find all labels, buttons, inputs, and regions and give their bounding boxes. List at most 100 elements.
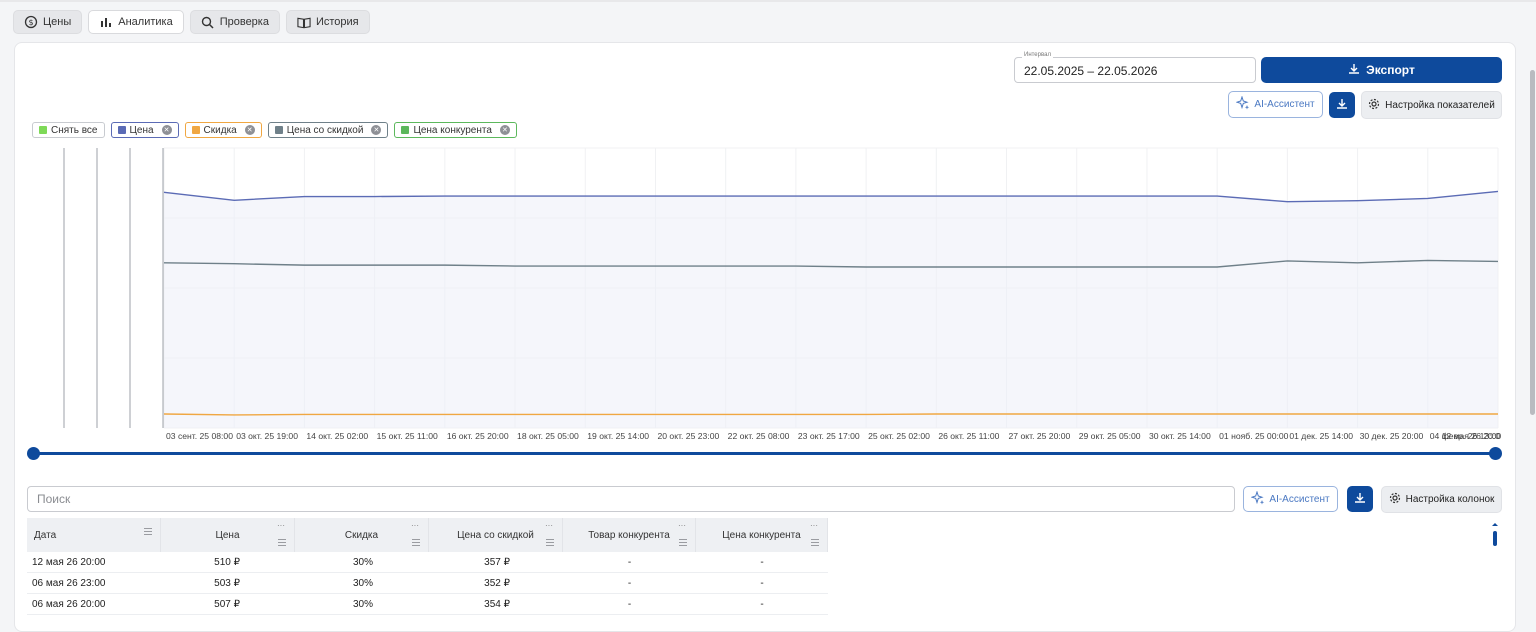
bar-chart-icon: [99, 15, 113, 29]
x-tick-label: 22 окт. 25 08:00: [728, 431, 790, 441]
legend-item-discount[interactable]: Скидка ✕: [184, 122, 262, 138]
range-slider-track[interactable]: [33, 452, 1496, 455]
legend-color-swatch: [401, 126, 410, 134]
x-tick-label: 12 мая 26 20:0: [1442, 431, 1501, 441]
column-header-label: Товар конкурента: [588, 529, 670, 541]
legend-item-competitor-price[interactable]: Цена конкурента ✕: [394, 122, 517, 138]
remove-series-icon[interactable]: ✕: [244, 125, 255, 135]
tab-analytics-label: Аналитика: [118, 16, 173, 28]
tab-analytics[interactable]: Аналитика: [88, 10, 184, 34]
ai-assistant-button[interactable]: AI-Ассистент: [1228, 91, 1323, 118]
page-scrollbar[interactable]: [1530, 70, 1535, 415]
column-header-label: Цена конкурента: [722, 529, 801, 541]
legend-item-price[interactable]: Цена ✕: [110, 122, 179, 138]
table-row[interactable]: 12 мая 26 20:00 510 ₽ 30% 357 ₽ - -: [27, 552, 828, 573]
range-slider-start-handle[interactable]: [27, 447, 40, 460]
search-field[interactable]: [27, 486, 1235, 512]
more-icon[interactable]: ···: [678, 521, 686, 530]
column-settings-label: Настройка колонок: [1405, 494, 1495, 505]
tab-check[interactable]: Проверка: [189, 10, 280, 34]
download-table-button[interactable]: [1347, 486, 1373, 512]
remove-series-icon[interactable]: ✕: [371, 125, 382, 135]
cell-price: 510 ₽: [214, 556, 240, 568]
legend-label: Цена: [129, 124, 154, 136]
cell-date: 12 мая 26 20:00: [32, 556, 106, 568]
price-chart: 03 сент. 25 08:00 03 окт. 25 19:00 14 окт.…: [63, 147, 1501, 441]
cell-discounted-price: 352 ₽: [484, 577, 510, 589]
column-header-discounted-price[interactable]: Цена со скидкой ···: [429, 518, 563, 552]
cell-competitor-item: -: [627, 577, 632, 589]
x-tick-label: 03 окт. 25 19:00: [236, 431, 298, 441]
column-menu-icon[interactable]: [811, 539, 819, 546]
price-series-area: [164, 191, 1498, 428]
x-tick-label: 25 окт. 25 02:00: [868, 431, 930, 441]
legend-clear-all[interactable]: Снять все: [32, 122, 105, 138]
table-header: Дата Цена ··· Скидка ··· Цена со скидкой…: [27, 518, 828, 552]
search-icon: [201, 15, 215, 29]
cell-discount: 30%: [352, 577, 373, 589]
x-tick-label: 27 окт. 25 20:00: [1009, 431, 1071, 441]
cell-competitor-item: -: [627, 556, 632, 568]
column-header-discount[interactable]: Скидка ···: [295, 518, 429, 552]
table-ai-assistant-button[interactable]: AI-Ассистент: [1243, 486, 1338, 512]
column-menu-icon[interactable]: [679, 539, 687, 546]
x-tick-label: 23 окт. 25 17:00: [798, 431, 860, 441]
price-refresh-icon: $: [24, 15, 38, 29]
tab-prices-label: Цены: [43, 16, 72, 28]
book-icon: [297, 15, 311, 29]
x-tick-label: 26 окт. 25 11:00: [938, 431, 999, 441]
more-icon[interactable]: ···: [277, 521, 285, 530]
column-header-price[interactable]: Цена ···: [161, 518, 295, 552]
tab-prices[interactable]: $ Цены: [13, 10, 83, 34]
interval-label: Интервал: [1022, 52, 1053, 58]
download-icon: [1354, 492, 1366, 507]
legend-color-swatch: [117, 126, 126, 134]
column-settings-button[interactable]: Настройка колонок: [1381, 486, 1502, 513]
interval-value: 22.05.2025 – 22.05.2026: [1024, 64, 1158, 78]
more-icon[interactable]: ···: [411, 521, 419, 530]
download-chart-button[interactable]: [1329, 92, 1355, 118]
x-tick-label: 14 окт. 25 02:00: [306, 431, 368, 441]
table-row[interactable]: 06 мая 26 23:00 503 ₽ 30% 352 ₽ - -: [27, 573, 828, 594]
x-tick-label: 19 окт. 25 14:00: [587, 431, 649, 441]
table-scrollbar[interactable]: [1491, 522, 1499, 548]
column-menu-icon[interactable]: [278, 539, 286, 546]
export-button[interactable]: Экспорт: [1261, 57, 1502, 83]
column-header-label: Дата: [34, 529, 57, 541]
table-row[interactable]: 06 мая 26 20:00 507 ₽ 30% 354 ₽ - -: [27, 594, 828, 615]
indicator-settings-button[interactable]: Настройка показателей: [1361, 91, 1502, 119]
export-label: Экспорт: [1366, 63, 1415, 77]
x-tick-label: 30 окт. 25 14:00: [1149, 431, 1211, 441]
data-table: Дата Цена ··· Скидка ··· Цена со скидкой…: [27, 518, 828, 615]
legend-color-swatch: [39, 126, 47, 134]
column-header-competitor-item[interactable]: Товар конкурента ···: [563, 518, 696, 552]
more-icon[interactable]: ···: [810, 521, 818, 530]
cell-date: 06 мая 26 20:00: [32, 598, 106, 610]
x-tick-label: 30 дек. 25 20:00: [1360, 431, 1424, 441]
tab-history[interactable]: История: [285, 10, 370, 34]
x-tick-label: 29 окт. 25 05:00: [1079, 431, 1141, 441]
more-icon[interactable]: ···: [545, 521, 553, 530]
cell-price: 507 ₽: [214, 598, 240, 610]
top-divider: [0, 0, 1536, 2]
legend-label: Цена со скидкой: [286, 124, 364, 136]
column-menu-icon[interactable]: [546, 539, 554, 546]
column-header-label: Цена: [215, 529, 240, 541]
column-header-label: Цена со скидкой: [457, 529, 534, 541]
column-header-competitor-price[interactable]: Цена конкурента ···: [696, 518, 828, 552]
nav-tabs: $ Цены Аналитика Проверка История: [13, 10, 370, 34]
legend-item-discounted-price[interactable]: Цена со скидкой ✕: [267, 122, 389, 138]
cell-date: 06 мая 26 23:00: [32, 577, 106, 589]
remove-series-icon[interactable]: ✕: [161, 125, 172, 135]
column-menu-icon[interactable]: [412, 539, 420, 546]
remove-series-icon[interactable]: ✕: [499, 125, 510, 135]
legend-label: Цена конкурента: [413, 124, 492, 136]
x-tick-label: 01 дек. 25 14:00: [1289, 431, 1353, 441]
sparkle-icon: [1235, 95, 1250, 113]
x-tick-label: 01 нояб. 25 00:00: [1219, 431, 1288, 441]
range-slider-end-handle[interactable]: [1489, 447, 1502, 460]
search-input[interactable]: [28, 487, 1234, 511]
column-header-date[interactable]: Дата: [27, 518, 161, 552]
column-menu-icon[interactable]: [144, 528, 152, 535]
indicator-settings-label: Настройка показателей: [1385, 99, 1495, 111]
